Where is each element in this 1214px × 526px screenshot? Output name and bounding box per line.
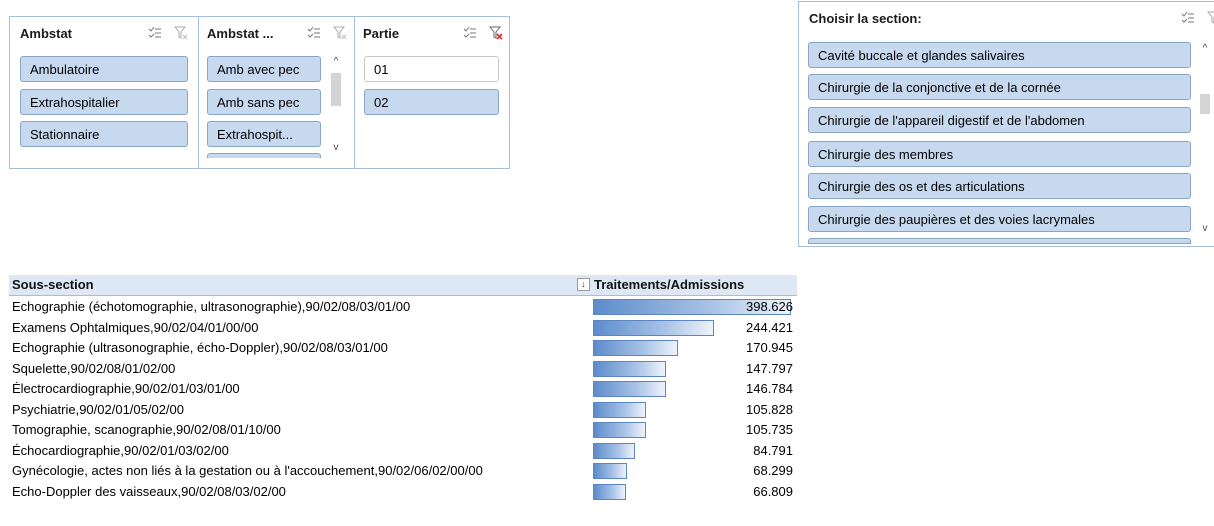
table-row[interactable]: Psychiatrie,90/02/01/05/02/00 105.828 <box>9 400 797 420</box>
table-row[interactable]: Echo-Doppler des vaisseaux,90/02/08/03/0… <box>9 482 797 502</box>
slicer-ambstat-title: Ambstat <box>20 25 73 41</box>
row-label: Echographie (ultrasonographie, écho-Dopp… <box>12 340 388 355</box>
slicer-partie-header: Partie <box>363 23 503 43</box>
table-row[interactable]: Examens Ophtalmiques,90/02/04/01/00/00 24… <box>9 318 797 338</box>
slicer-section-header: Choisir la section: <box>809 8 1214 28</box>
row-value: 68.299 <box>753 463 793 478</box>
table-header: Sous-section ↓ Traitements/Admissions <box>9 275 797 296</box>
multi-select-icon[interactable] <box>307 26 321 40</box>
multi-select-icon[interactable] <box>463 26 477 40</box>
slicer-ambstat-header: Ambstat <box>20 23 188 43</box>
slicer-item-section-5[interactable]: Chirurgie des os et des articulations <box>808 173 1191 199</box>
multi-select-icon[interactable] <box>148 26 162 40</box>
row-label: Squelette,90/02/08/01/02/00 <box>12 360 176 376</box>
slicer-item-extrahospit[interactable]: Extrahospit... <box>207 121 321 147</box>
slicer-section-title: Choisir la section: <box>809 10 922 26</box>
slicer-item-section-3[interactable]: Chirurgie de l'appareil digestif et de l… <box>808 107 1191 133</box>
row-value: 170.945 <box>746 340 793 355</box>
data-bar <box>593 442 635 459</box>
slicer-item-section-6[interactable]: Chirurgie des paupières et des voies lac… <box>808 206 1191 232</box>
table-row[interactable]: Échocardiographie,90/02/01/03/02/00 84.79… <box>9 441 797 461</box>
slicer-item-amb-avec-pec[interactable]: Amb avec pec <box>207 56 321 82</box>
slicer-item-partial[interactable] <box>207 153 321 158</box>
slicer-item-section-1[interactable]: Cavité buccale et glandes salivaires <box>808 42 1191 68</box>
row-value: 146.784 <box>746 381 793 396</box>
row-label: Echographie (échotomographie, ultrasonog… <box>12 299 411 314</box>
scroll-up-icon[interactable]: ^ <box>328 55 344 69</box>
scroll-thumb[interactable] <box>331 73 341 106</box>
table-row[interactable]: Électrocardiographie,90/02/01/03/01/00 14… <box>9 379 797 399</box>
scroll-thumb[interactable] <box>1200 94 1210 114</box>
slicer-partie-title: Partie <box>363 25 400 41</box>
row-value: 244.421 <box>746 319 793 335</box>
table-row[interactable]: Gynécologie, actes non liés à la gestati… <box>9 461 797 481</box>
data-bar <box>593 360 666 377</box>
row-value: 398.626 <box>746 299 793 314</box>
row-label: Échocardiographie,90/02/01/03/02/00 <box>12 442 229 458</box>
row-label: Gynécologie, actes non liés à la gestati… <box>12 463 483 478</box>
slicer-item-partie-02[interactable]: 02 <box>364 89 499 115</box>
data-bar <box>593 483 626 500</box>
data-bar <box>593 381 666 397</box>
clear-filter-icon[interactable] <box>489 26 503 40</box>
data-bar <box>593 422 646 438</box>
slicer-section-scrollbar[interactable]: ^ v <box>1197 42 1213 237</box>
slicer-item-ambulatoire[interactable]: Ambulatoire <box>20 56 188 82</box>
row-label: Électrocardiographie,90/02/01/03/01/00 <box>12 381 240 396</box>
sort-descending-icon[interactable]: ↓ <box>577 278 590 291</box>
slicer-ambstat2-scrollbar[interactable]: ^ v <box>328 55 344 159</box>
row-value: 147.797 <box>746 360 793 376</box>
column-header-sous-section[interactable]: Sous-section <box>12 277 94 292</box>
slicer-item-partie-01[interactable]: 01 <box>364 56 499 82</box>
slicer-item-section-4[interactable]: Chirurgie des membres <box>808 141 1191 167</box>
slicer-divider <box>198 17 199 168</box>
clear-filter-icon[interactable] <box>174 26 188 40</box>
row-label: Psychiatrie,90/02/01/05/02/00 <box>12 401 185 417</box>
scroll-up-icon[interactable]: ^ <box>1197 42 1213 56</box>
table-row[interactable]: Tomographie, scanographie,90/02/08/01/10… <box>9 420 797 440</box>
table-row[interactable]: Squelette,90/02/08/01/02/00 147.797 <box>9 359 797 379</box>
row-value: 66.809 <box>753 483 793 499</box>
slicer-item-stationnaire[interactable]: Stationnaire <box>20 121 188 147</box>
multi-select-icon[interactable] <box>1181 11 1195 25</box>
slicer-divider <box>354 17 355 168</box>
scroll-down-icon[interactable]: v <box>328 141 344 155</box>
row-label: Tomographie, scanographie,90/02/08/01/10… <box>12 422 281 437</box>
row-label: Echo-Doppler des vaisseaux,90/02/08/03/0… <box>12 483 286 499</box>
slicer-item-amb-sans-pec[interactable]: Amb sans pec <box>207 89 321 115</box>
row-label: Examens Ophtalmiques,90/02/04/01/00/00 <box>12 319 259 335</box>
slicer-item-extrahospitalier[interactable]: Extrahospitalier <box>20 89 188 115</box>
data-bar <box>593 401 646 418</box>
scroll-down-icon[interactable]: v <box>1197 222 1213 236</box>
slicer-group-ambstat: Ambstat Ambulatoire Extrahospitalier Sta… <box>9 16 510 169</box>
column-header-traitements[interactable]: Traitements/Admissions <box>594 277 744 292</box>
data-bar <box>593 463 627 479</box>
clear-filter-icon[interactable] <box>1207 11 1214 25</box>
table-row[interactable]: Echographie (échotomographie, ultrasonog… <box>9 297 797 317</box>
slicer-item-section-2[interactable]: Chirurgie de la conjonctive et de la cor… <box>808 74 1191 100</box>
data-bar <box>593 319 714 336</box>
row-value: 105.828 <box>746 401 793 417</box>
row-value: 105.735 <box>746 422 793 437</box>
slicer-section: Choisir la section: Cavité buccale et gl… <box>798 1 1214 247</box>
data-bar <box>593 340 678 356</box>
slicer-item-section-partial[interactable] <box>808 238 1191 244</box>
row-value: 84.791 <box>753 442 793 458</box>
table-row[interactable]: Echographie (ultrasonographie, écho-Dopp… <box>9 338 797 358</box>
slicer-ambstat2-header: Ambstat ... <box>207 23 347 43</box>
slicer-ambstat2-title: Ambstat ... <box>207 25 274 41</box>
clear-filter-icon[interactable] <box>333 26 347 40</box>
